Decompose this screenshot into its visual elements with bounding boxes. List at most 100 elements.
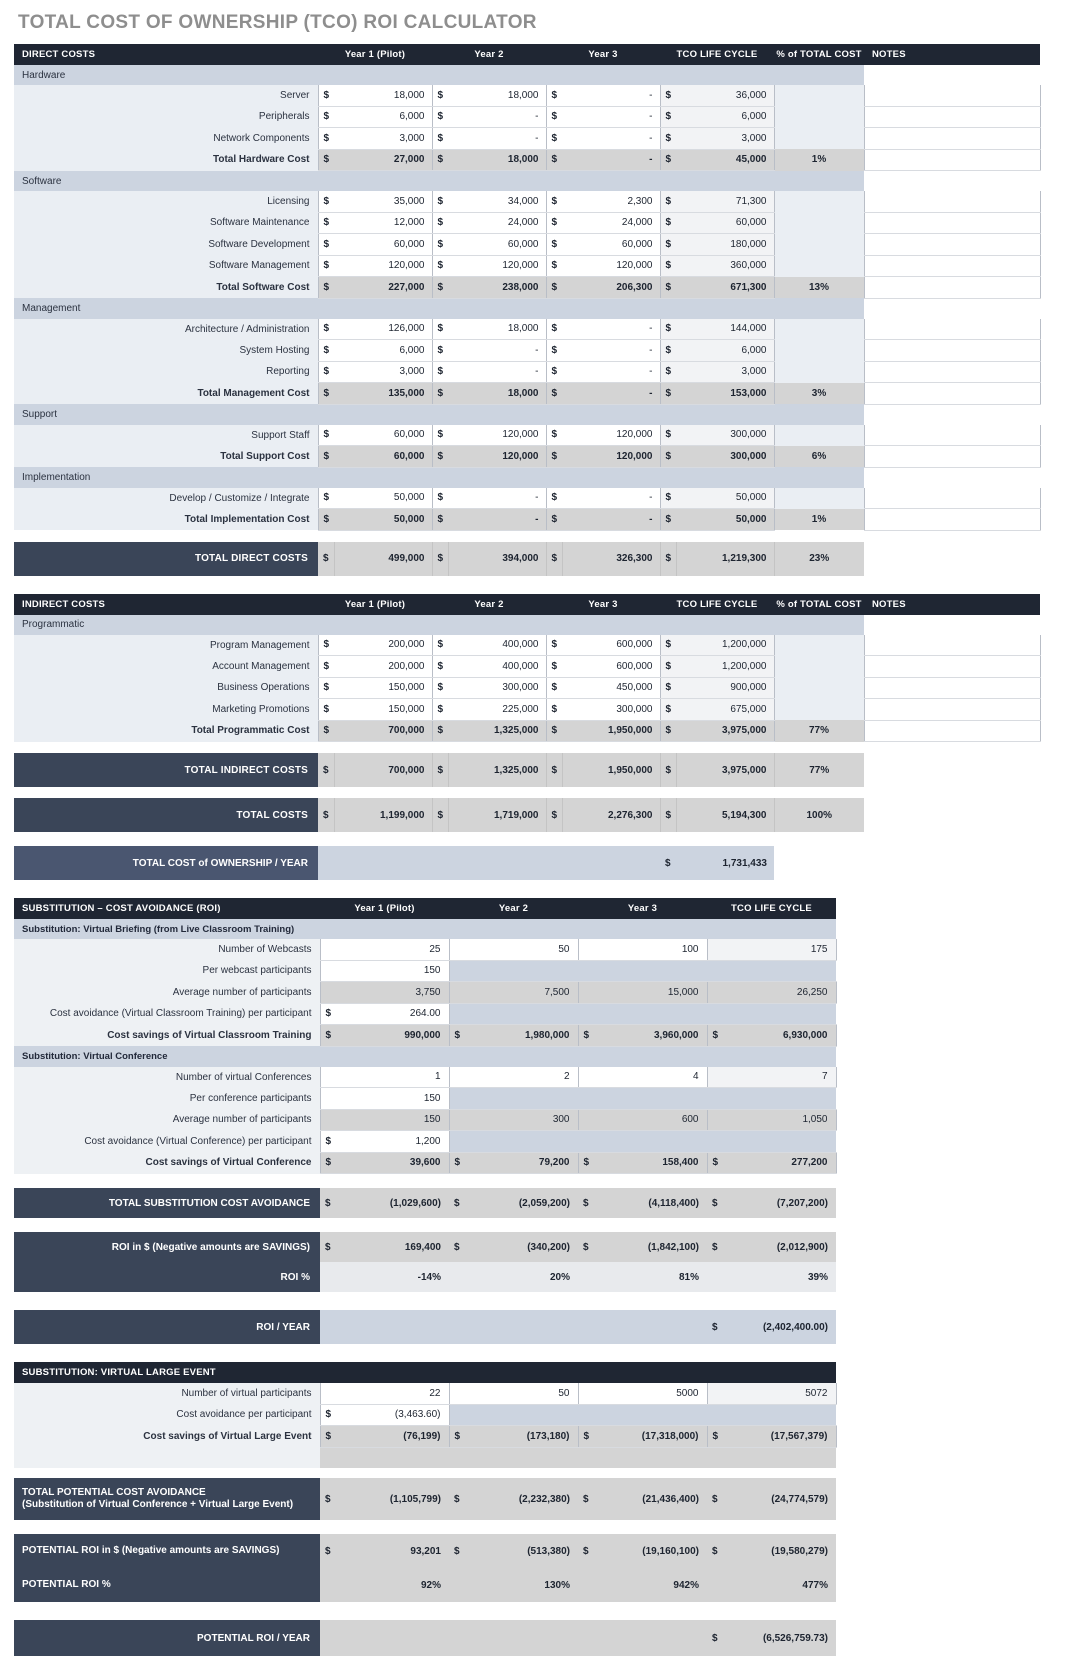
cell-year3[interactable]: 100	[577, 939, 708, 961]
cell-year2[interactable]: 120,000	[448, 424, 547, 446]
cell-notes[interactable]	[863, 106, 1041, 128]
cell-year1[interactable]: 35,000	[334, 191, 433, 213]
cell-year2[interactable]: 34,000	[448, 191, 547, 213]
cell-year3[interactable]: 120,000	[562, 255, 661, 277]
cell-year1[interactable]: 50,000	[334, 487, 433, 509]
row-label: Total Hardware Cost	[14, 149, 318, 171]
cell-year2[interactable]: 50	[448, 939, 579, 961]
cell-year1[interactable]: 150	[319, 1087, 450, 1110]
cell-year3[interactable]: -	[562, 318, 661, 340]
cell-year1[interactable]: 200,000	[334, 634, 433, 656]
cell-year2[interactable]: 400,000	[448, 655, 547, 678]
cell-year3[interactable]: 600,000	[562, 655, 661, 678]
cell-year1[interactable]: 6,000	[334, 339, 433, 362]
cell-year2[interactable]: 400,000	[448, 634, 547, 656]
subtotal-row: Cost savings of Virtual Conference $ 39,…	[14, 1152, 837, 1174]
cell-year1: 39,600	[336, 1152, 450, 1174]
table-row: Server $ 18,000 $ 18,000 $ - $ 36,000	[14, 85, 1041, 107]
cell-year3: 600	[577, 1109, 708, 1131]
cell-notes[interactable]	[863, 318, 1041, 340]
cell-year3[interactable]: -	[562, 85, 661, 107]
cell-year1[interactable]: 150,000	[334, 698, 433, 721]
cell-notes[interactable]	[863, 634, 1041, 656]
row-label: Total Support Cost	[14, 445, 318, 467]
cell-year1[interactable]: 120,000	[334, 255, 433, 277]
cell-year3[interactable]: -	[562, 487, 661, 509]
cell-year1[interactable]: 12,000	[334, 212, 433, 234]
cell-year1[interactable]: 3,000	[334, 127, 433, 150]
cell-year1[interactable]: 126,000	[334, 318, 433, 340]
cell-notes[interactable]	[863, 677, 1041, 699]
cell-notes[interactable]	[863, 191, 1041, 213]
cell-year2[interactable]: 18,000	[448, 318, 547, 340]
cell-year2[interactable]: -	[448, 106, 547, 128]
cell-year3[interactable]: -	[562, 339, 661, 362]
table-row: Cost avoidance per participant $ (3,463.…	[14, 1404, 836, 1426]
cell-year3[interactable]: 60,000	[562, 233, 661, 256]
cell-notes[interactable]	[863, 508, 1041, 531]
cell-year2[interactable]: 18,000	[448, 85, 547, 107]
cell-year1[interactable]: 22	[319, 1383, 450, 1405]
cell-year2[interactable]: -	[448, 361, 547, 383]
cell-notes[interactable]	[863, 233, 1041, 256]
cell-year3[interactable]: -	[562, 361, 661, 383]
cell-year3[interactable]: 5000	[577, 1383, 708, 1405]
cell-notes[interactable]	[863, 382, 1041, 405]
cell-year1[interactable]: 60,000	[334, 424, 433, 446]
cell-notes[interactable]	[863, 149, 1041, 171]
cell-year2[interactable]: 225,000	[448, 698, 547, 721]
cell-year2[interactable]: 120,000	[448, 255, 547, 277]
cell-notes[interactable]	[863, 85, 1041, 107]
cell-year3[interactable]: 120,000	[562, 424, 661, 446]
cell-notes[interactable]	[863, 487, 1041, 509]
cell-notes[interactable]	[863, 212, 1041, 234]
cell-year2[interactable]: 50	[448, 1383, 579, 1405]
cell-notes[interactable]	[863, 339, 1041, 362]
total-indirect-costs-label: TOTAL INDIRECT COSTS	[14, 753, 318, 787]
currency-symbol: $	[431, 106, 448, 128]
cell-pct: 3%	[774, 382, 864, 404]
cell-notes[interactable]	[863, 720, 1041, 742]
cell-year3[interactable]: -	[562, 106, 661, 128]
cell-year1[interactable]: 60,000	[334, 233, 433, 256]
cell-year1[interactable]: 6,000	[334, 106, 433, 128]
cell-year2[interactable]: -	[448, 487, 547, 509]
cell-notes[interactable]	[863, 276, 1041, 299]
cell-year3[interactable]: 2,300	[562, 191, 661, 213]
cell-year3[interactable]: 24,000	[562, 212, 661, 234]
cell-notes[interactable]	[863, 424, 1041, 446]
group-band: Programmatic	[14, 614, 1040, 635]
cell-year1[interactable]: 150	[319, 960, 450, 982]
cell-notes[interactable]	[863, 445, 1041, 468]
cell-year2[interactable]: 24,000	[448, 212, 547, 234]
cell-year3[interactable]: 600,000	[562, 634, 661, 656]
cell-year2[interactable]: -	[448, 339, 547, 362]
currency-symbol: $	[431, 255, 448, 277]
cell-year3[interactable]: 300,000	[562, 698, 661, 721]
currency-symbol: $	[660, 798, 677, 832]
cell-year2[interactable]: 2	[448, 1066, 579, 1088]
cell-year1[interactable]: (3,463.60)	[336, 1404, 450, 1426]
cell-year2[interactable]: -	[448, 127, 547, 150]
cell-notes[interactable]	[863, 255, 1041, 277]
cell-year3[interactable]: 450,000	[562, 677, 661, 699]
cell-year1[interactable]: 150,000	[334, 677, 433, 699]
cell-notes[interactable]	[863, 361, 1041, 383]
currency-symbol: $	[319, 1404, 336, 1426]
total-potential-cost-avoidance-bar: TOTAL POTENTIAL COST AVOIDANCE (Substitu…	[14, 1478, 836, 1520]
cell-year1[interactable]: 200,000	[334, 655, 433, 678]
cell-year1[interactable]: 1	[319, 1066, 450, 1088]
cell-notes[interactable]	[863, 655, 1041, 678]
cell-year1[interactable]: 264.00	[336, 1003, 450, 1025]
cell-year1[interactable]: 18,000	[334, 85, 433, 107]
cell-year2[interactable]: 300,000	[448, 677, 547, 699]
cell-year1[interactable]: 1,200	[336, 1130, 450, 1153]
cell-year1[interactable]: 3,000	[334, 361, 433, 383]
cell-year3[interactable]: 4	[577, 1066, 708, 1088]
cell-year1[interactable]: 25	[319, 939, 450, 961]
cell-notes[interactable]	[863, 127, 1041, 150]
cell-notes[interactable]	[863, 698, 1041, 721]
cell-year3[interactable]: -	[562, 127, 661, 150]
cell-year2[interactable]: 60,000	[448, 233, 547, 256]
currency-symbol: $	[431, 85, 448, 107]
